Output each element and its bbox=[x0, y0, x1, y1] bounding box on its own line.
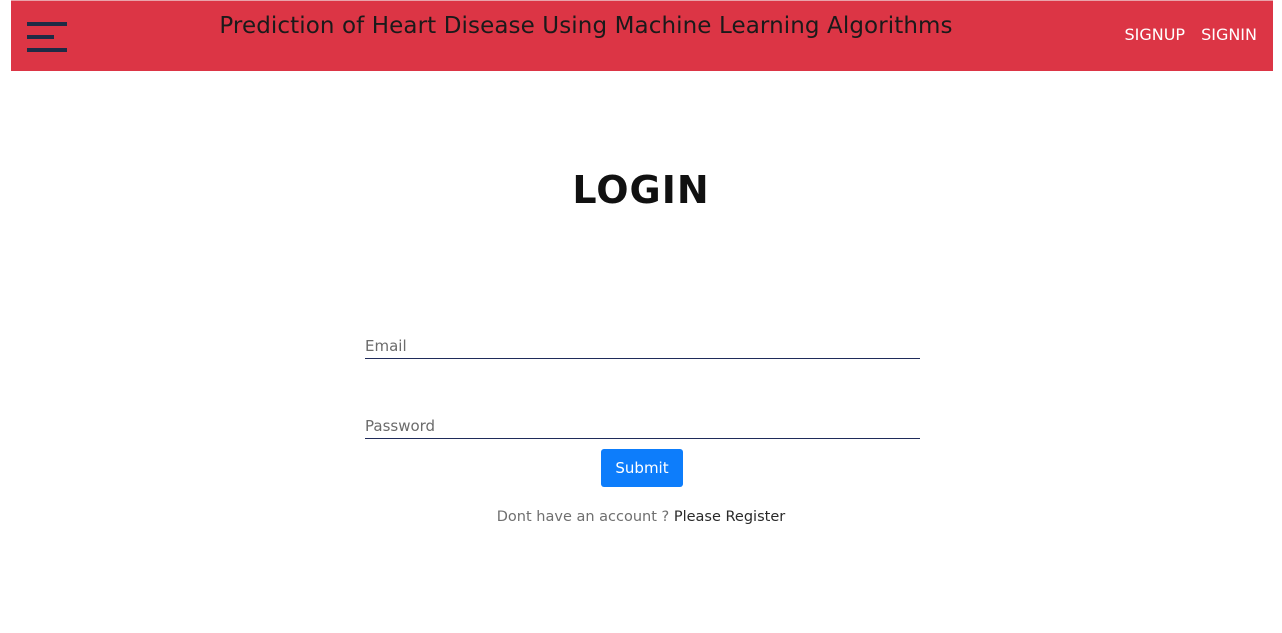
email-field[interactable] bbox=[365, 333, 920, 359]
submit-button[interactable]: Submit bbox=[601, 449, 683, 487]
menu-bar-bottom bbox=[27, 48, 67, 52]
signup-link[interactable]: SIGNUP bbox=[1124, 25, 1185, 44]
register-prompt-line: Dont have an account ? Please Register bbox=[0, 509, 1282, 525]
nav-links: SIGNUP SIGNIN bbox=[1124, 25, 1257, 44]
site-title: Prediction of Heart Disease Using Machin… bbox=[219, 13, 953, 39]
signin-link[interactable]: SIGNIN bbox=[1201, 25, 1257, 44]
register-link[interactable]: Please Register bbox=[674, 509, 785, 525]
top-navbar: Prediction of Heart Disease Using Machin… bbox=[11, 0, 1273, 71]
password-field[interactable] bbox=[365, 413, 920, 439]
register-prompt-text: Dont have an account ? bbox=[496, 509, 670, 525]
login-heading: LOGIN bbox=[572, 168, 710, 212]
